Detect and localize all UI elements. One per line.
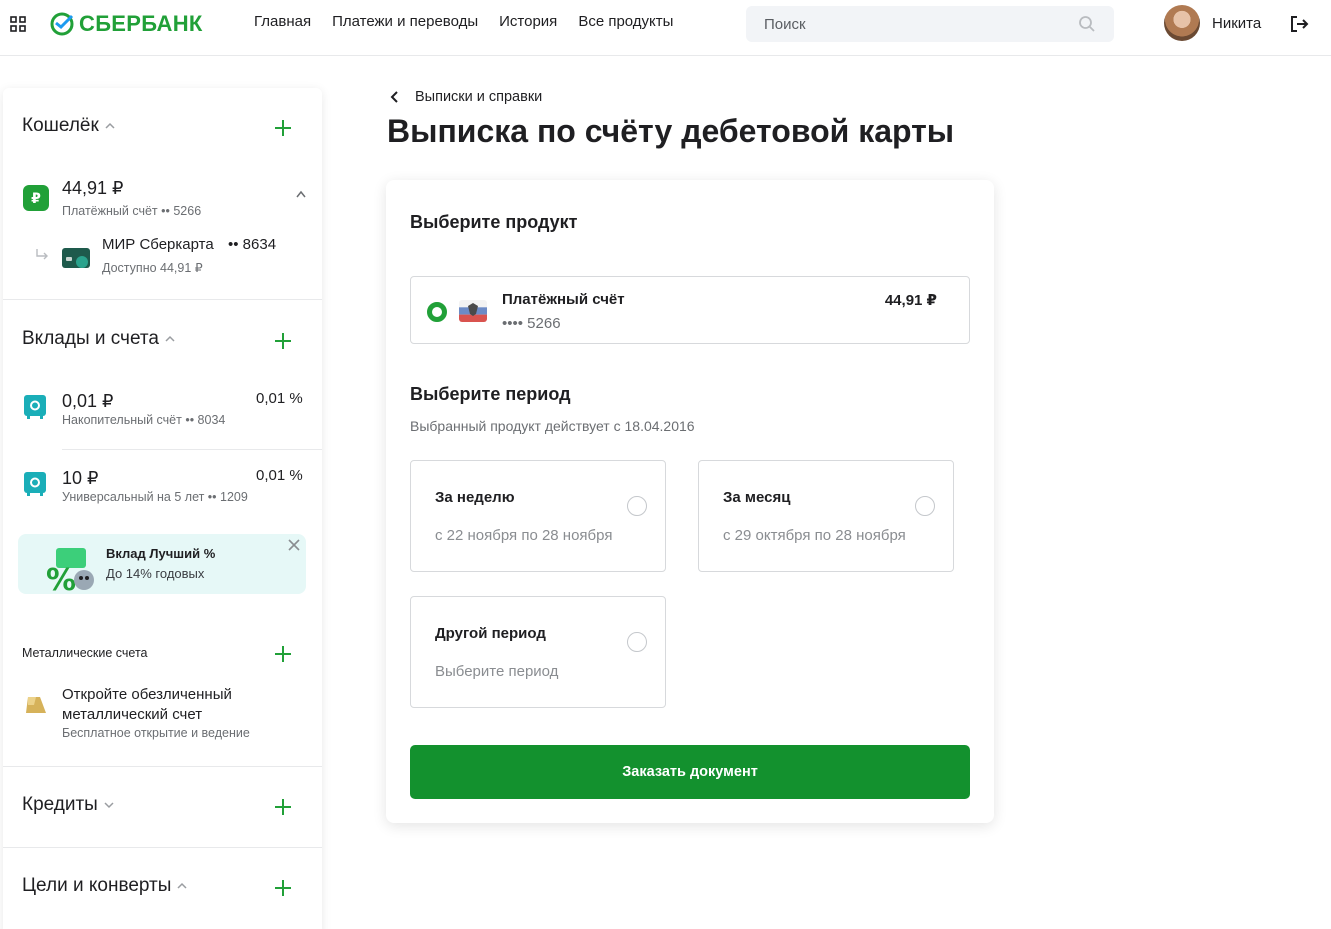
nav-all-products[interactable]: Все продукты	[578, 13, 673, 30]
chevron-up-icon	[105, 122, 115, 129]
nav-payments[interactable]: Платежи и переводы	[332, 13, 478, 30]
product-number: •••• 5266	[502, 315, 561, 332]
metal-section-title[interactable]: Металлические счета	[22, 646, 147, 660]
wallet-account-label: Платёжный счёт •• 5266	[62, 204, 202, 218]
period-dates: с 22 ноября по 28 ноября	[435, 527, 613, 544]
nav-history[interactable]: История	[499, 13, 557, 30]
card-available: Доступно 44,91 ₽	[102, 261, 203, 275]
product-amount: 44,91 ₽	[884, 292, 937, 309]
ruble-account-icon: ₽	[23, 185, 49, 211]
choose-product-heading: Выберите продукт	[410, 212, 578, 232]
period-custom-option[interactable]: Другой период Выберите период	[410, 596, 666, 708]
search-box	[746, 6, 1114, 42]
account-flag-icon	[459, 300, 487, 322]
credits-section-title[interactable]: Кредиты	[22, 794, 114, 816]
period-radio[interactable]	[915, 496, 935, 516]
mir-card-icon	[62, 248, 90, 268]
statement-form-card: Выберите продукт Платёжный счёт •••• 526…	[386, 180, 994, 823]
product-radio-selected[interactable]	[427, 302, 447, 322]
divider	[62, 449, 322, 450]
breadcrumb-label: Выписки и справки	[415, 89, 543, 105]
chevron-left-icon	[390, 91, 398, 103]
promo-banner[interactable]: % Вклад Лучший % До 14% годовых	[18, 534, 306, 594]
breadcrumb[interactable]: Выписки и справки	[390, 89, 542, 105]
add-metal-plus-icon[interactable]	[274, 645, 292, 663]
safe-icon	[24, 472, 46, 496]
period-title: Другой период	[435, 625, 546, 642]
add-credit-plus-icon[interactable]	[274, 798, 292, 816]
period-dates: с 29 октября по 28 ноября	[723, 527, 906, 544]
metal-subtitle: Бесплатное открытие и ведение	[62, 726, 250, 740]
promo-subtitle: До 14% годовых	[106, 566, 205, 581]
product-option[interactable]: Платёжный счёт •••• 5266 44,91 ₽	[410, 276, 970, 344]
chevron-down-icon	[104, 802, 114, 809]
logo-text: СБЕРБАНК	[79, 11, 203, 36]
chevron-up-icon[interactable]	[296, 190, 306, 198]
deposit-rate: 0,01 %	[256, 467, 303, 484]
deposits-title: Вклады и счета	[22, 328, 159, 349]
apps-grid-icon[interactable]	[10, 16, 26, 32]
divider	[3, 299, 322, 300]
page-title: Выписка по счёту дебетовой карты	[387, 113, 955, 149]
user-name[interactable]: Никита	[1212, 15, 1261, 32]
choose-period-heading: Выберите период	[410, 384, 571, 404]
wallet-title: Кошелёк	[22, 115, 99, 136]
goals-section-title[interactable]: Цели и конверты	[22, 875, 187, 897]
sidebar: Кошелёк ₽ 44,91 ₽ Платёжный счёт •• 5266…	[3, 88, 322, 929]
add-wallet-plus-icon[interactable]	[274, 119, 292, 137]
deposit-label: Накопительный счёт •• 8034	[62, 413, 226, 427]
main-nav: Главная Платежи и переводы История Все п…	[254, 13, 694, 30]
period-note: Выбранный продукт действует с 18.04.2016	[410, 418, 695, 434]
add-goal-plus-icon[interactable]	[274, 879, 292, 897]
product-name: Платёжный счёт	[502, 291, 625, 308]
period-title: За месяц	[723, 489, 791, 506]
metal-line1[interactable]: Откройте обезличенный	[62, 686, 232, 703]
period-radio[interactable]	[627, 632, 647, 652]
divider	[3, 847, 322, 848]
search-input[interactable]	[746, 6, 1066, 42]
top-header: СБЕРБАНК Главная Платежи и переводы Исто…	[0, 0, 1331, 56]
logout-icon[interactable]	[1289, 14, 1309, 34]
chevron-up-icon	[165, 335, 175, 342]
chevron-up-icon	[177, 882, 187, 889]
add-deposit-plus-icon[interactable]	[274, 332, 292, 350]
deposits-section-title[interactable]: Вклады и счета	[22, 328, 175, 350]
search-icon[interactable]	[1078, 15, 1096, 33]
metal-line2[interactable]: металлический счет	[62, 706, 202, 723]
nav-main[interactable]: Главная	[254, 13, 311, 30]
period-month-option[interactable]: За месяц с 29 октября по 28 ноября	[698, 460, 954, 572]
card-name[interactable]: МИР Сберкарта	[102, 236, 214, 253]
sberbank-logo[interactable]: СБЕРБАНК	[50, 11, 203, 37]
gold-bar-icon	[26, 697, 46, 713]
goals-title: Цели и конверты	[22, 875, 172, 896]
sub-arrow-icon	[36, 249, 48, 260]
promo-title: Вклад Лучший %	[106, 546, 216, 561]
period-dates: Выберите период	[435, 663, 559, 680]
card-number: •• 8634	[228, 236, 277, 253]
period-week-option[interactable]: За неделю с 22 ноября по 28 ноября	[410, 460, 666, 572]
avatar[interactable]	[1164, 5, 1200, 41]
wallet-section-title[interactable]: Кошелёк	[22, 115, 115, 137]
sber-logo-icon	[50, 12, 74, 36]
deposit-amount[interactable]: 10 ₽	[62, 468, 98, 489]
safe-icon	[24, 395, 46, 419]
divider	[3, 766, 322, 767]
wallet-account-amount[interactable]: 44,91 ₽	[62, 178, 124, 199]
promo-percent-icon: %	[46, 548, 94, 594]
order-document-button[interactable]: Заказать документ	[410, 745, 970, 799]
deposit-label: Универсальный на 5 лет •• 1209	[62, 490, 248, 504]
credits-title: Кредиты	[22, 794, 98, 815]
period-title: За неделю	[435, 489, 515, 506]
deposit-amount[interactable]: 0,01 ₽	[62, 391, 114, 412]
close-icon[interactable]	[288, 539, 300, 551]
svg-text:%: %	[46, 563, 76, 594]
deposit-rate: 0,01 %	[256, 390, 303, 407]
period-radio[interactable]	[627, 496, 647, 516]
